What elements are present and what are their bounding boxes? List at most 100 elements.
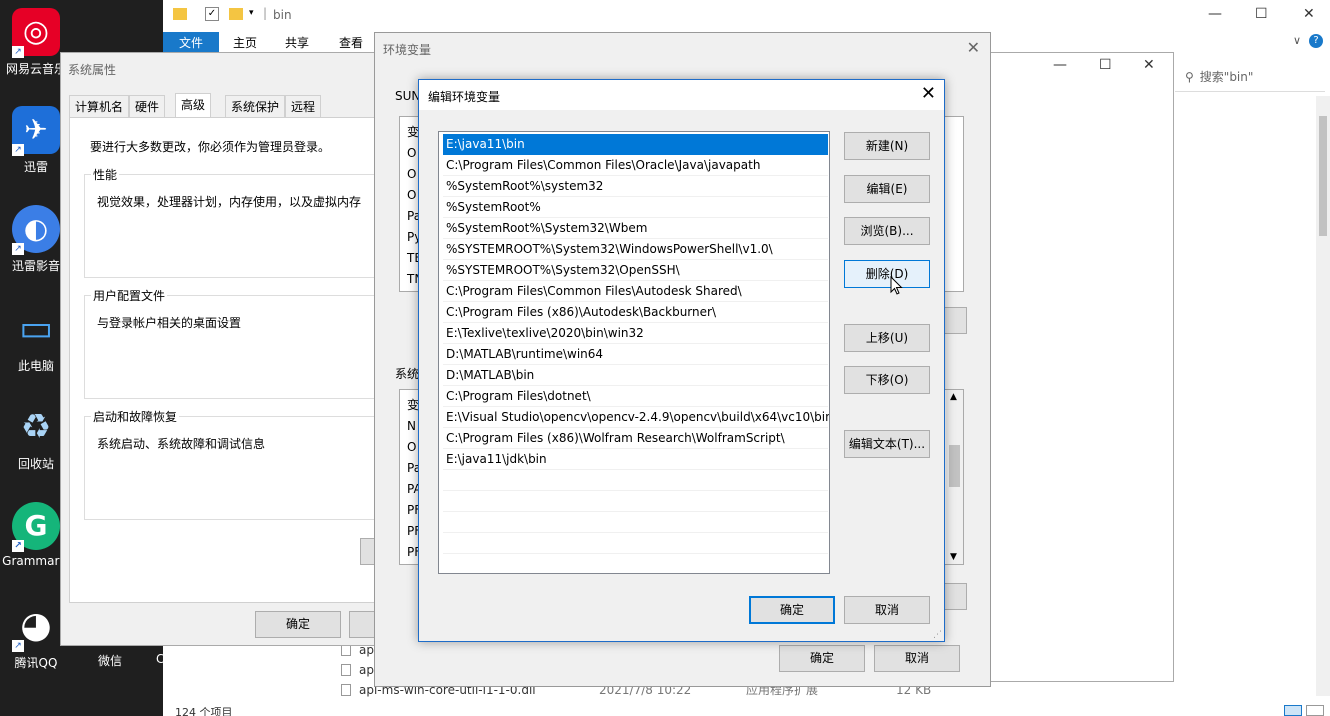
xunlei-glyph: ✈	[24, 113, 48, 146]
close-icon[interactable]: ✕	[921, 83, 936, 104]
list-item[interactable]: O	[407, 440, 416, 454]
list-item[interactable]: O	[407, 188, 416, 202]
list-item[interactable]: O	[407, 146, 416, 160]
grammarly-glyph: G	[24, 509, 48, 542]
group-label: 启动和故障恢复	[91, 408, 180, 425]
tab-remote[interactable]: 远程	[285, 95, 322, 117]
editdlg-cancel-button[interactable]: 取消	[844, 596, 930, 624]
path-item[interactable]: E:\java11\jdk\bin	[443, 449, 828, 470]
recycle-bin-icon: ♻	[12, 403, 60, 451]
group-description: 与登录帐户相关的桌面设置	[97, 316, 242, 330]
envvars-ok-button[interactable]: 确定	[779, 645, 865, 672]
scroll-up-icon[interactable]: ▲	[950, 392, 957, 402]
file-icon	[341, 664, 351, 676]
empty-row[interactable]	[443, 491, 828, 512]
path-item[interactable]: D:\MATLAB\runtime\win64	[443, 344, 828, 365]
minimize-icon[interactable]: —	[1053, 57, 1067, 73]
envvars-cancel-button[interactable]: 取消	[874, 645, 960, 672]
help-icon[interactable]: ?	[1309, 34, 1323, 48]
desktop-icon-label: 此电脑	[17, 359, 54, 373]
close-icon[interactable]: ✕	[1303, 6, 1315, 22]
tab-file[interactable]: 文件	[163, 32, 219, 54]
sysprops-title: 系统属性	[68, 63, 117, 77]
group-user-profiles: 用户配置文件 与登录帐户相关的桌面设置	[84, 287, 384, 399]
path-item[interactable]: %SystemRoot%\system32	[443, 176, 828, 197]
computer-glyph: ▭	[18, 308, 53, 349]
system-properties-dialog: 系统属性 计算机名 硬件 高级 系统保护 远程 要进行大多数更改，你必须作为管理…	[60, 52, 400, 646]
editdlg-title: 编辑环境变量	[428, 90, 501, 104]
quick-access-dropdown-icon[interactable]: ▾	[249, 8, 254, 18]
qq-glyph: ◕	[20, 605, 52, 646]
maximize-icon[interactable]: ☐	[1255, 6, 1268, 22]
new-folder-icon[interactable]	[229, 8, 243, 20]
grammarly-icon: G ↗	[12, 502, 60, 552]
netease-music-glyph: ◎	[22, 14, 50, 49]
empty-row[interactable]	[443, 470, 828, 491]
path-item[interactable]: %SystemRoot%	[443, 197, 828, 218]
path-item[interactable]: D:\MATLAB\bin	[443, 365, 828, 386]
path-item[interactable]: C:\Program Files\dotnet\	[443, 386, 828, 407]
path-item[interactable]: %SYSTEMROOT%\System32\OpenSSH\	[443, 260, 828, 281]
scroll-down-icon[interactable]: ▼	[950, 552, 957, 562]
edit-button[interactable]: 编辑(E)	[844, 175, 930, 203]
advanced-panel: 要进行大多数更改，你必须作为管理员登录。 性能 视觉效果，处理器计划，内存使用，…	[69, 117, 400, 603]
scrollbar-thumb[interactable]	[1319, 116, 1327, 236]
shortcut-arrow-icon: ↗	[12, 243, 24, 255]
tab-share[interactable]: 共享	[285, 32, 309, 54]
scrollbar-thumb[interactable]	[949, 445, 960, 487]
list-item[interactable]: O	[407, 167, 416, 181]
path-item[interactable]: C:\Program Files (x86)\Wolfram Research\…	[443, 428, 828, 449]
path-item[interactable]: C:\Program Files (x86)\Autodesk\Backburn…	[443, 302, 828, 323]
move-up-button[interactable]: 上移(U)	[844, 324, 930, 352]
folder-icon	[173, 8, 187, 20]
shortcut-arrow-icon: ↗	[12, 46, 24, 58]
new-button[interactable]: 新建(N)	[844, 132, 930, 160]
tiles-view-icon[interactable]	[1306, 705, 1324, 716]
list-item[interactable]: N	[407, 419, 416, 433]
maximize-icon[interactable]: ☐	[1099, 57, 1112, 73]
sysprops-ok-button[interactable]: 确定	[255, 611, 341, 638]
resize-grip-icon[interactable]: ⋰	[933, 630, 942, 640]
browse-button[interactable]: 浏览(B)...	[844, 217, 930, 245]
edit-text-button[interactable]: 编辑文本(T)...	[844, 430, 930, 458]
editdlg-ok-button[interactable]: 确定	[749, 596, 835, 624]
path-item[interactable]: E:\Texlive\texlive\2020\bin\win32	[443, 323, 828, 344]
tab-system-protection[interactable]: 系统保护	[225, 95, 286, 117]
system-vars-label: 系统	[395, 367, 420, 381]
desktop-icon-label: 迅雷	[23, 160, 48, 174]
desktop-icon-label: 腾讯QQ	[14, 656, 58, 670]
explorer-scrollbar[interactable]	[1316, 96, 1330, 696]
desktop-icon-label-partial[interactable]: C	[156, 652, 164, 666]
path-item[interactable]: E:\Visual Studio\opencv\opencv-2.4.9\ope…	[443, 407, 829, 428]
path-item[interactable]: C:\Program Files\Common Files\Autodesk S…	[443, 281, 828, 302]
move-down-button[interactable]: 下移(O)	[844, 366, 930, 394]
empty-row[interactable]	[443, 512, 828, 533]
close-icon[interactable]: ✕	[967, 38, 980, 57]
properties-icon[interactable]: ✓	[205, 7, 219, 21]
user-vars-label: SUN	[395, 89, 421, 103]
tab-advanced[interactable]: 高级	[175, 93, 212, 117]
tab-computer-name[interactable]: 计算机名	[69, 95, 130, 117]
details-view-icon[interactable]	[1284, 705, 1302, 716]
netease-music-icon: ◎ ↗	[12, 8, 60, 58]
path-item[interactable]: %SYSTEMROOT%\System32\WindowsPowerShell\…	[443, 239, 828, 260]
close-icon[interactable]: ✕	[1143, 57, 1155, 73]
path-item[interactable]: %SystemRoot%\System32\Wbem	[443, 218, 828, 239]
minimize-icon[interactable]: —	[1208, 6, 1222, 22]
path-item[interactable]: E:\java11\bin	[443, 134, 828, 155]
delete-button[interactable]: 删除(D)	[844, 260, 930, 288]
background-window: — ☐ ✕	[990, 52, 1174, 682]
path-item[interactable]: C:\Program Files\Common Files\Oracle\Jav…	[443, 155, 828, 176]
search-box[interactable]: ⚲ 搜索"bin"	[1175, 62, 1325, 92]
tab-home[interactable]: 主页	[233, 32, 257, 54]
search-icon: ⚲	[1185, 70, 1194, 84]
tab-hardware[interactable]: 硬件	[129, 95, 166, 117]
empty-row[interactable]	[443, 533, 828, 554]
qq-penguin-icon: ◕ ↗	[12, 602, 60, 652]
desktop-icon-label-wechat[interactable]: 微信	[98, 652, 122, 669]
system-vars-scrollbar[interactable]: ▲ ▼	[946, 390, 963, 564]
chevron-down-icon[interactable]: ∨	[1293, 34, 1301, 47]
tab-view[interactable]: 查看	[339, 32, 363, 54]
group-label: 性能	[91, 166, 120, 183]
path-list[interactable]: E:\java11\bin C:\Program Files\Common Fi…	[438, 131, 830, 574]
